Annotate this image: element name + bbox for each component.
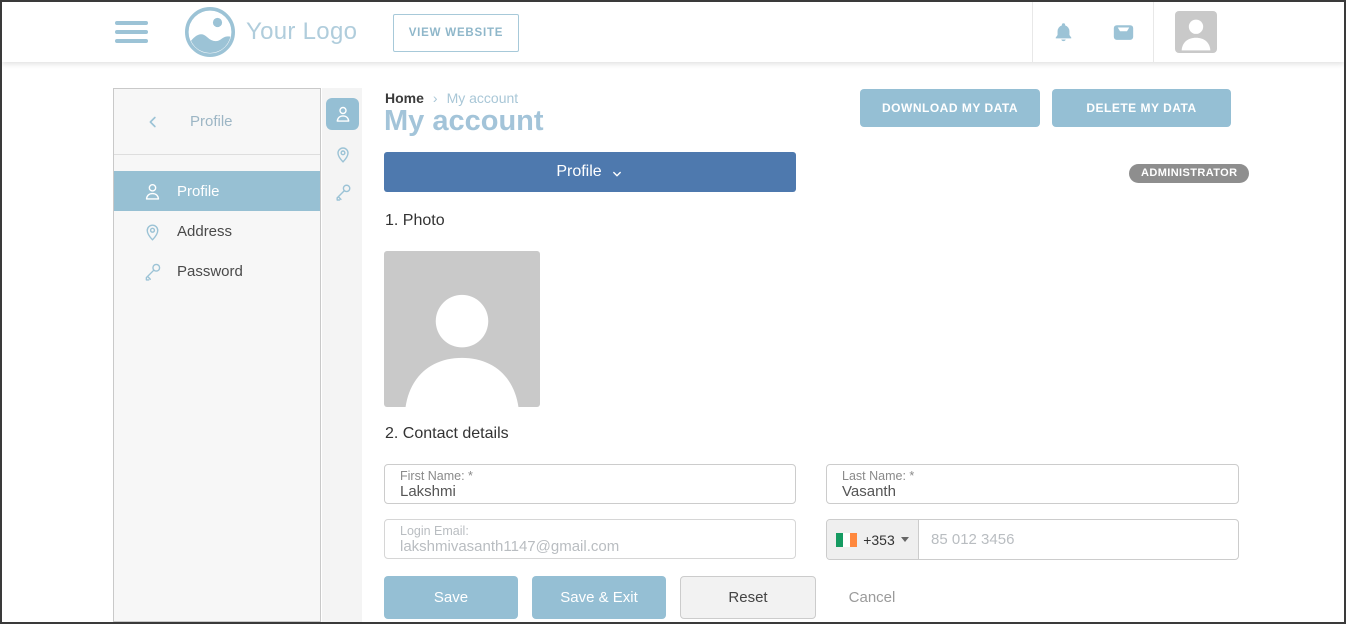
breadcrumb-current: My account	[447, 90, 519, 106]
login-email-field: Login Email: lakshmivasanth1147@gmail.co…	[384, 519, 796, 559]
logo-link[interactable]: Your Logo	[184, 6, 357, 58]
key-icon	[333, 182, 353, 202]
download-my-data-button[interactable]: DOWNLOAD MY DATA	[860, 89, 1040, 127]
last-name-label: Last Name: *	[842, 469, 1223, 483]
sidebar-title: Profile	[190, 113, 233, 130]
app-window: Your Logo VIEW WEBSITE	[0, 0, 1346, 624]
notifications-button[interactable]	[1033, 2, 1093, 62]
country-code-dropdown[interactable]: +353	[827, 520, 919, 559]
first-name-label: First Name: *	[400, 469, 780, 483]
login-email-label: Login Email:	[400, 524, 780, 538]
caret-down-icon	[901, 537, 909, 542]
inbox-tray-icon	[1110, 19, 1137, 46]
chevron-down-icon	[610, 167, 624, 181]
first-name-field[interactable]: First Name: * Lakshmi	[384, 464, 796, 504]
sidebar-item-password[interactable]: Password	[114, 251, 320, 291]
login-email-value: lakshmivasanth1147@gmail.com	[400, 538, 780, 556]
profile-photo-placeholder[interactable]	[384, 251, 540, 407]
rail-address-button[interactable]	[326, 138, 359, 170]
reset-button[interactable]: Reset	[680, 576, 816, 619]
top-header: Your Logo VIEW WEBSITE	[2, 2, 1344, 62]
ireland-flag-icon	[836, 533, 857, 547]
breadcrumb-home-link[interactable]: Home	[385, 90, 424, 106]
bell-icon	[1052, 21, 1075, 44]
view-website-button[interactable]: VIEW WEBSITE	[393, 14, 519, 52]
person-icon	[142, 181, 163, 202]
phone-field: +353	[826, 519, 1239, 560]
chevron-left-icon[interactable]	[144, 113, 162, 131]
rail-password-button[interactable]	[326, 176, 359, 208]
person-icon	[333, 104, 353, 124]
logo-icon	[184, 6, 236, 58]
key-icon	[142, 261, 163, 282]
breadcrumb: Home › My account	[385, 90, 518, 106]
location-pin-icon	[333, 144, 353, 164]
logo-text: Your Logo	[246, 18, 357, 46]
page-title: My account	[384, 105, 544, 138]
hamburger-menu-icon[interactable]	[115, 21, 148, 43]
last-name-value: Vasanth	[842, 483, 1223, 501]
section-dropdown-label: Profile	[556, 163, 601, 181]
last-name-field[interactable]: Last Name: * Vasanth	[826, 464, 1239, 504]
phone-number-input[interactable]	[919, 520, 1238, 559]
profile-section-dropdown[interactable]: Profile	[384, 152, 796, 192]
sidebar-icon-rail	[322, 88, 362, 622]
rail-profile-button[interactable]	[326, 98, 359, 130]
breadcrumb-separator: ›	[433, 90, 438, 106]
sidebar-item-label: Profile	[177, 183, 220, 200]
sidebar: Profile Profile Address	[113, 88, 321, 622]
person-silhouette-icon	[392, 271, 532, 407]
role-badge: ADMINISTRATOR	[1129, 164, 1249, 183]
sidebar-item-label: Address	[177, 223, 232, 240]
contact-section-title: 2. Contact details	[385, 425, 509, 443]
sidebar-menu: Profile Address Password	[114, 171, 320, 291]
header-divider	[1153, 2, 1154, 62]
location-pin-icon	[142, 221, 163, 242]
sidebar-header: Profile	[114, 89, 320, 155]
inbox-button[interactable]	[1093, 2, 1153, 62]
sidebar-item-address[interactable]: Address	[114, 211, 320, 251]
save-button[interactable]: Save	[384, 576, 518, 619]
first-name-value: Lakshmi	[400, 483, 780, 501]
sidebar-item-label: Password	[177, 263, 243, 280]
sidebar-item-profile[interactable]: Profile	[114, 171, 320, 211]
delete-my-data-button[interactable]: DELETE MY DATA	[1052, 89, 1231, 127]
dial-code: +353	[863, 532, 895, 548]
photo-section-title: 1. Photo	[385, 212, 445, 230]
save-and-exit-button[interactable]: Save & Exit	[532, 576, 666, 619]
user-avatar[interactable]	[1175, 11, 1217, 53]
cancel-button[interactable]: Cancel	[822, 576, 922, 619]
